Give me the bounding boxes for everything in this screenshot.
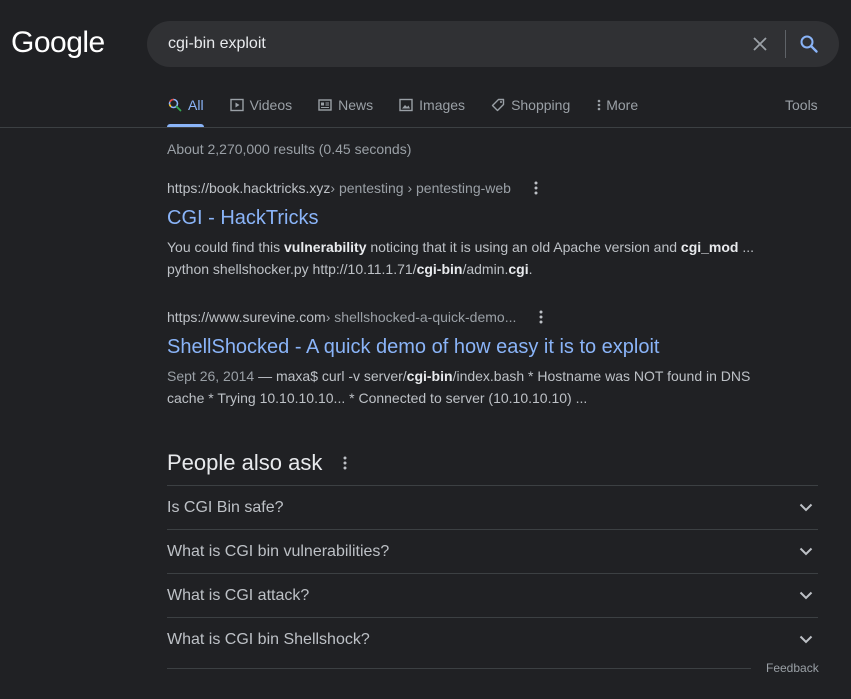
paa-question-text: Is CGI Bin safe? [167,498,284,516]
result-url[interactable]: https://www.surevine.com › shellshocked-… [167,308,767,326]
chevron-down-icon [794,628,818,652]
result-snippet: Sept 26, 2014 — maxa$ curl -v server/cgi… [167,365,767,409]
feedback-link[interactable]: Feedback [766,661,819,675]
paa-list: Is CGI Bin safe? What is CGI bin vulnera… [167,485,818,661]
tab-label: More [606,97,639,113]
tab-news[interactable]: News [317,88,373,122]
snippet-text: noticing that it is using an old Apache … [366,239,681,255]
snippet-text: — maxa$ curl -v server/ [254,368,407,384]
result-options-button[interactable] [527,179,545,197]
tag-icon [490,97,506,113]
tab-videos[interactable]: Videos [229,88,293,122]
search-button[interactable] [797,32,821,56]
snippet-highlight: cgi-bin [406,368,453,384]
tab-label: Images [419,97,466,113]
paa-question[interactable]: Is CGI Bin safe? [167,486,818,530]
tab-label: Videos [249,97,293,113]
result-options-button[interactable] [532,308,550,326]
people-also-ask-heading: People also ask [167,448,818,478]
paa-heading-text: People also ask [167,450,323,475]
search-box[interactable] [147,21,839,67]
tab-label: Shopping [511,97,571,113]
tools-button[interactable]: Tools [785,97,818,113]
kebab-icon [595,97,603,113]
chevron-down-icon [794,584,818,608]
kebab-icon [534,181,538,195]
result-title-link[interactable]: ShellShocked - A quick demo of how easy … [167,335,767,359]
paa-question-text: What is CGI bin Shellshock? [167,630,370,648]
snippet-highlight: vulnerability [284,239,367,255]
kebab-icon [539,310,543,324]
paa-question[interactable]: What is CGI bin vulnerabilities? [167,530,818,574]
search-result: https://book.hacktricks.xyz › pentesting… [167,179,767,280]
result-url[interactable]: https://book.hacktricks.xyz › pentesting… [167,179,767,197]
paa-question[interactable]: What is CGI attack? [167,574,818,618]
snippet-highlight: cgi-bin [416,261,463,277]
newspaper-icon [317,97,333,113]
paa-question[interactable]: What is CGI bin Shellshock? [167,618,818,661]
snippet-highlight: cgi [508,261,529,277]
people-also-ask: People also ask Is CGI Bin safe? What is… [167,448,818,661]
kebab-icon [343,456,347,470]
snippet-text: /admin. [462,261,509,277]
chevron-down-icon [794,496,818,520]
paa-options-button[interactable] [336,454,354,472]
result-stats: About 2,270,000 results (0.45 seconds) [167,141,412,157]
search-result: https://www.surevine.com › shellshocked-… [167,308,767,409]
result-path: › pentesting › pentesting-web [330,180,511,196]
result-title-link[interactable]: CGI - HackTricks [167,206,767,230]
snippet-text: . [528,261,533,277]
result-path: › shellshocked-a-quick-demo... [325,309,517,325]
play-icon [229,97,245,113]
result-site: https://book.hacktricks.xyz [167,180,331,196]
google-logo[interactable]: Google [11,26,105,60]
snippet-highlight: cgi_mod [680,239,739,255]
paa-question-text: What is CGI bin vulnerabilities? [167,542,390,560]
search-tabs: All Videos News Images Shopping More [167,88,638,128]
result-site: https://www.surevine.com [167,309,326,325]
snippet-text: You could find this [167,239,285,255]
paa-question-text: What is CGI attack? [167,586,310,604]
tab-shopping[interactable]: Shopping [490,88,570,122]
result-date: Sept 26, 2014 [167,368,255,384]
tab-more[interactable]: More [595,88,638,122]
image-icon [398,97,414,113]
search-input[interactable] [168,21,728,67]
tab-images[interactable]: Images [398,88,465,122]
search-divider [785,30,786,58]
divider [167,668,751,669]
tab-label: All [188,97,204,113]
tab-all[interactable]: All [167,88,204,127]
tab-label: News [338,97,374,113]
clear-search-button[interactable] [748,32,772,56]
close-icon [753,37,767,51]
chevron-down-icon [794,540,818,564]
result-snippet: You could find this vulnerability notici… [167,236,767,280]
search-icon [800,35,818,53]
header: Google All [0,0,851,128]
search-icon [167,97,183,113]
